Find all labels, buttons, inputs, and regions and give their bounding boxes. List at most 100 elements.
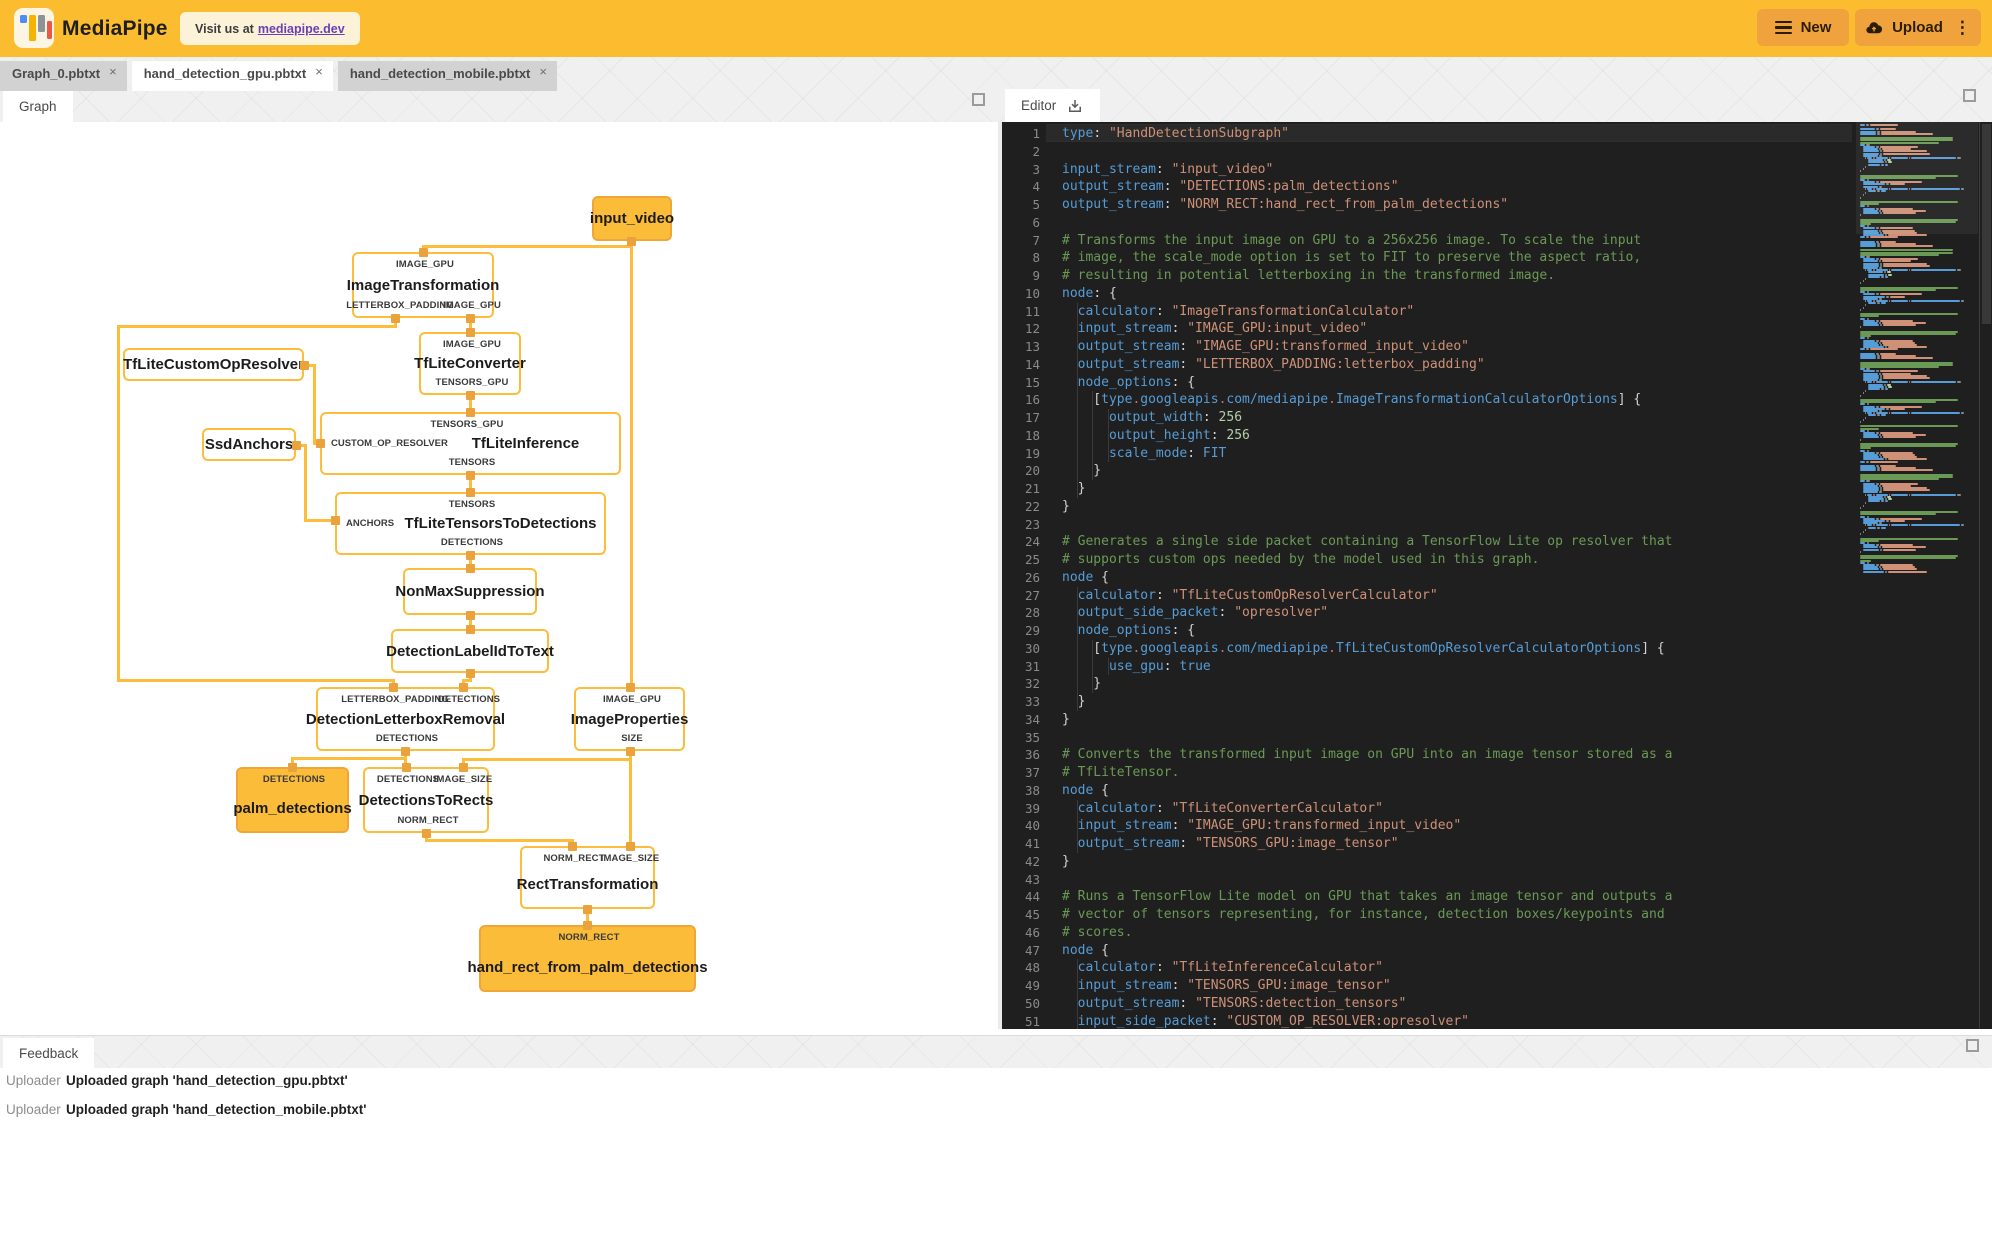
graph-canvas[interactable]: input_video IMAGE_GPU LETTERBOX_PADDING IMA…: [0, 122, 998, 1029]
upload-button[interactable]: Upload ⋮: [1855, 9, 1981, 46]
new-button[interactable]: New: [1757, 9, 1849, 46]
line-number: 24: [1024, 534, 1040, 550]
editor-scrollbar[interactable]: [1979, 122, 1992, 1029]
code-line: input_stream: "input_video": [1062, 161, 1273, 179]
code-token: :: [1179, 836, 1196, 851]
graph-node-input_video[interactable]: input_video: [590, 196, 674, 241]
editor-minimap[interactable]: [1856, 122, 1978, 1029]
code-token: type: [1101, 392, 1133, 408]
scrollbar-thumb[interactable]: [1982, 124, 1991, 324]
code-editor[interactable]: 1 type: "HandDetectionSubgraph" 2 3 input_st…: [1002, 122, 1992, 1029]
code-line: }: [1062, 480, 1086, 498]
line-number: 28: [1024, 605, 1040, 621]
graph-node-ImageProperties[interactable]: IMAGE_GPU SIZE ImageProperties: [571, 687, 688, 751]
code-token: output_height: [1108, 427, 1211, 443]
file-tab-2[interactable]: hand_detection_mobile.pbtxt ×: [337, 61, 557, 91]
graph-node-RectTransformation[interactable]: NORM_RECT IMAGE_SIZE RectTransformation: [517, 846, 659, 909]
graph-node-DetectionLetterboxRemoval[interactable]: LETTERBOX_PADDING DETECTIONS DETECTIONS Det…: [306, 687, 505, 751]
expand-icon-editor[interactable]: [1963, 89, 1976, 102]
download-icon[interactable]: [1066, 97, 1084, 115]
upload-button-label: Upload: [1892, 19, 1943, 36]
code-line: output_stream: "NORM_RECT:hand_rect_from…: [1062, 196, 1508, 214]
graph-node-DetectionsToRects[interactable]: DETECTIONS IMAGE_SIZE NORM_RECT DetectionsT…: [359, 767, 493, 833]
code-token: type: [1062, 126, 1094, 141]
menu-icon: [1774, 20, 1792, 35]
port-label: DETECTIONS: [375, 733, 439, 744]
file-tab-0[interactable]: Graph_0.pbtxt ×: [0, 61, 127, 91]
close-tab-icon[interactable]: ×: [315, 64, 323, 79]
line-number: 46: [1024, 924, 1040, 940]
code-token: :: [1218, 605, 1235, 621]
code-token: # Generates a single side packet contain…: [1062, 534, 1673, 550]
line-number: 8: [1032, 250, 1040, 266]
line-number: 14: [1024, 356, 1040, 372]
code-line: node {: [1062, 569, 1109, 587]
code-token: node: [1062, 942, 1094, 958]
code-line: output_stream: "DETECTIONS:palm_detectio…: [1062, 178, 1399, 196]
expand-icon-graph[interactable]: [972, 93, 985, 106]
line-number: 27: [1024, 587, 1040, 603]
code-token: type: [1101, 640, 1133, 656]
tab-graph[interactable]: Graph: [3, 91, 73, 122]
code-line: # Generates a single side packet contain…: [1062, 533, 1672, 551]
close-tab-icon[interactable]: ×: [539, 64, 547, 79]
node-port: [400, 746, 410, 756]
line-number: 33: [1024, 694, 1040, 709]
graph-node-SsdAnchors[interactable]: SsdAnchors: [202, 428, 296, 461]
mediapipe-dev-link[interactable]: mediapipe.dev: [258, 22, 345, 36]
code-line: }: [1062, 675, 1101, 693]
tab-editor[interactable]: Editor: [1005, 89, 1101, 122]
code-line: }: [1062, 711, 1070, 729]
code-line: calculator: "TfLiteInferenceCalculator": [1062, 959, 1383, 977]
node-port: [465, 668, 475, 678]
node-port: [582, 904, 592, 914]
code-token: : {: [1171, 374, 1196, 390]
code-line: node {: [1062, 942, 1109, 960]
code-token: "CUSTOM_OP_RESOLVER:opresolver": [1226, 1013, 1470, 1029]
line-number: 9: [1032, 268, 1040, 283]
tab-feedback[interactable]: Feedback: [3, 1038, 95, 1068]
graph-node-DetectionLabelIdToText[interactable]: DetectionLabelIdToText: [386, 629, 554, 673]
node-port: [465, 327, 475, 337]
code-line: input_stream: "IMAGE_GPU:transformed_inp…: [1062, 817, 1462, 835]
code-line: # Transforms the input image on GPU to a…: [1062, 232, 1641, 250]
code-token: }: [1062, 676, 1102, 692]
minimap-viewport[interactable]: [1856, 122, 1978, 234]
graph-node-hand_rect_from_palm_detections[interactable]: NORM_RECT hand_rect_from_palm_detections: [467, 925, 708, 992]
file-tab-label: Graph_0.pbtxt: [12, 66, 101, 81]
line-number: 23: [1024, 516, 1040, 532]
code-token: :: [1179, 995, 1196, 1011]
graph-node-TfLiteTensorsToDetections[interactable]: TENSORS DETECTIONS ANCHORS TfLiteTensorsToD…: [335, 492, 606, 555]
new-button-label: New: [1800, 19, 1832, 36]
line-number: 15: [1024, 374, 1040, 390]
code-token: calculator: [1077, 960, 1156, 976]
upload-menu-icon[interactable]: ⋮: [1954, 18, 1971, 38]
graph-node-palm_detections[interactable]: DETECTIONS palm_detections: [233, 767, 352, 833]
expand-icon-feedback[interactable]: [1966, 1039, 1979, 1052]
close-tab-icon[interactable]: ×: [109, 64, 117, 79]
code-token: calculator: [1077, 587, 1156, 603]
line-number: 2: [1032, 143, 1040, 159]
graph-node-TfLiteInference[interactable]: TENSORS_GPU TENSORS CUSTOM_OP_RESOLVER TfLi…: [320, 412, 621, 475]
port-label: LETTERBOX_PADDING: [341, 694, 449, 705]
code-token: output_stream: [1077, 836, 1180, 851]
code-token: "opresolver": [1234, 605, 1329, 621]
code-line: }: [1062, 853, 1070, 871]
graph-node-ImageTransformation[interactable]: IMAGE_GPU LETTERBOX_PADDING IMAGE_GPU Image…: [346, 252, 501, 318]
code-token: :: [1210, 1013, 1227, 1029]
minimap-segment: [1862, 570, 1884, 573]
code-token: calculator: [1077, 800, 1156, 816]
node-port: [625, 841, 635, 851]
file-tab-1[interactable]: hand_detection_gpu.pbtxt ×: [131, 61, 333, 91]
graph-node-TfLiteConverter[interactable]: IMAGE_GPU TENSORS_GPU TfLiteConverter: [414, 332, 526, 395]
graph-node-NonMaxSuppression[interactable]: NonMaxSuppression: [395, 568, 545, 615]
code-token: : {: [1171, 623, 1196, 638]
graph-node-TfLiteCustomOpResolver[interactable]: TfLiteCustomOpResolver: [123, 348, 304, 381]
port-label: NORM_RECT: [543, 853, 605, 864]
file-tab-label: hand_detection_gpu.pbtxt: [143, 66, 307, 81]
line-number: 21: [1024, 481, 1040, 496]
line-number: 35: [1024, 729, 1040, 745]
code-token: "input_video": [1171, 161, 1274, 177]
